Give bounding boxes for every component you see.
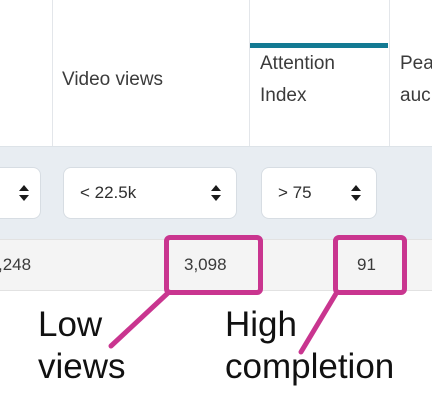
annotation-line: views: [38, 347, 126, 386]
annotation-line: Low: [38, 305, 103, 344]
annotation-line: High: [225, 305, 297, 344]
annotation-low-views: Low views: [38, 304, 126, 388]
annotation-line: completion: [225, 347, 395, 386]
annotation-high-completion: High completion: [225, 304, 394, 388]
